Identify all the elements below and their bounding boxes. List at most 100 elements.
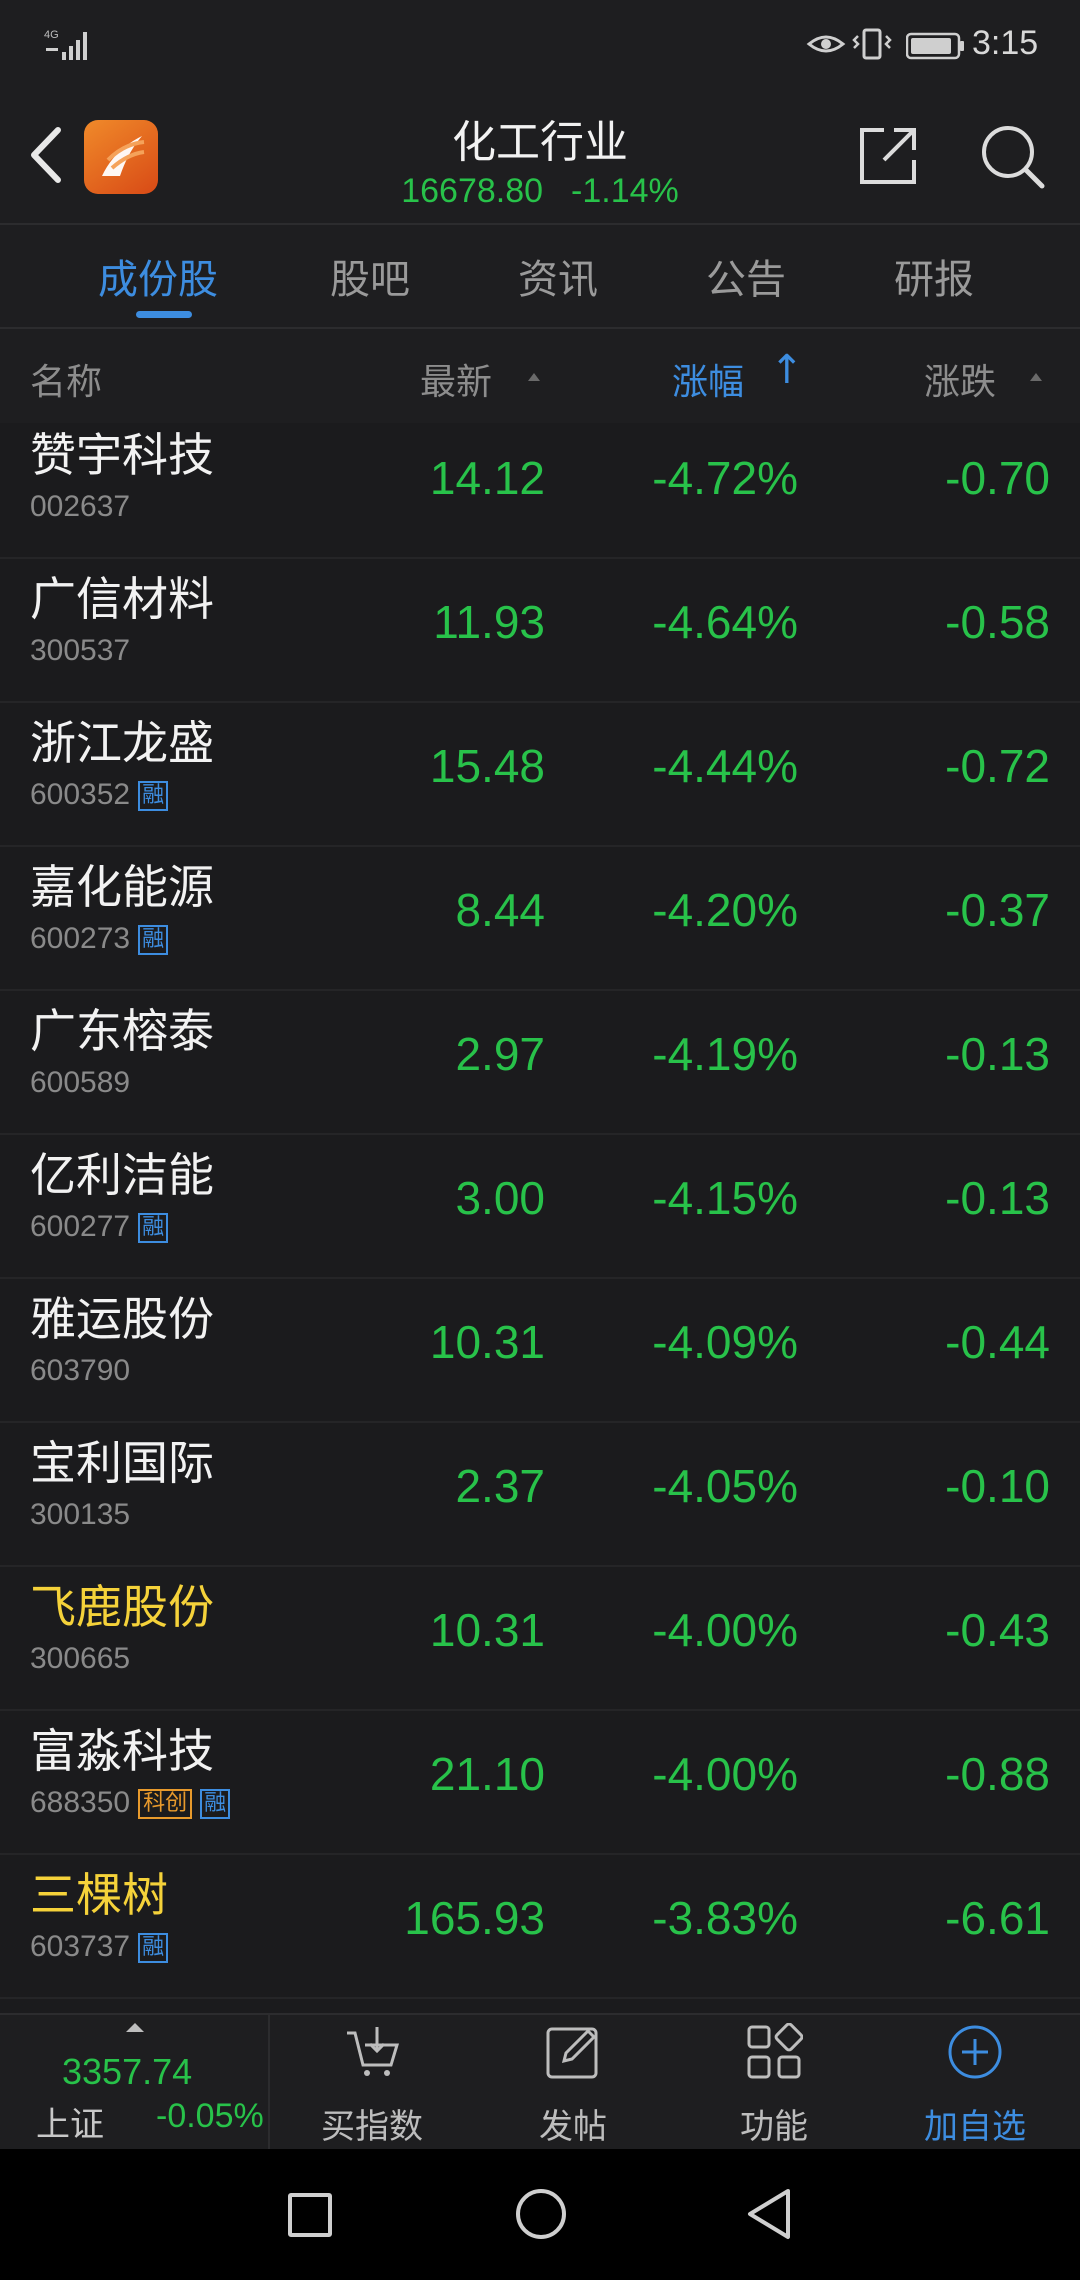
stock-badges: 融 xyxy=(138,781,169,811)
stock-badges: 科创融 xyxy=(138,1789,231,1819)
system-nav-bar xyxy=(0,2149,1080,2280)
stock-badges: 融 xyxy=(138,925,169,955)
stock-code: 600273 xyxy=(30,922,131,955)
bottom-bar: 3357.74 上证 -0.05% 买指数 发帖 功能 加自选 xyxy=(0,2013,1080,2151)
buy-index-button[interactable]: 买指数 xyxy=(272,2015,472,2151)
stock-change: -0.88 xyxy=(945,1748,1050,1800)
stock-code-line: 603737 融 xyxy=(30,1930,169,1964)
stock-name: 广信材料 xyxy=(30,572,214,626)
stock-name: 雅运股份 xyxy=(30,1292,214,1346)
stock-price: 8.44 xyxy=(455,884,545,936)
functions-button[interactable]: 功能 xyxy=(674,2015,874,2151)
stock-name: 宝利国际 xyxy=(30,1436,214,1490)
stock-list: 赞宇科技 002637 14.12 -4.72% -0.70 广信材料 300537 11.9… xyxy=(0,423,1080,2013)
stock-change-pct: -4.00% xyxy=(652,1748,798,1800)
stock-code-line: 688350 科创融 xyxy=(30,1786,231,1820)
tab-announcements[interactable]: 公告 xyxy=(706,247,786,305)
margin-trading-badge: 融 xyxy=(138,925,169,955)
stock-price: 21.10 xyxy=(429,1748,545,1800)
column-change[interactable]: 涨跌 xyxy=(924,353,996,405)
stock-code-line: 603790 xyxy=(30,1354,130,1388)
post-button[interactable]: 发帖 xyxy=(473,2015,673,2151)
stock-row[interactable]: 嘉化能源 600273 融 8.44 -4.20% -0.37 xyxy=(0,847,1080,991)
stock-row[interactable]: 宝利国际 300135 2.37 -4.05% -0.10 xyxy=(0,1423,1080,1567)
stock-row[interactable]: 广东榕泰 600589 2.97 -4.19% -0.13 xyxy=(0,991,1080,1135)
stock-change-pct: -3.83% xyxy=(652,1892,798,1944)
clock: 3:15 xyxy=(972,24,1039,62)
stock-change: -0.43 xyxy=(945,1604,1050,1656)
stock-row[interactable]: 三棵树 603737 融 165.93 -3.83% -6.61 xyxy=(0,1855,1080,1999)
stock-row[interactable]: 富淼科技 688350 科创融 21.10 -4.00% -0.88 xyxy=(0,1711,1080,1855)
stock-row[interactable]: 赞宇科技 002637 14.12 -4.72% -0.70 xyxy=(0,423,1080,559)
stock-change: -0.72 xyxy=(945,740,1050,792)
share-icon[interactable] xyxy=(856,124,920,188)
stock-row[interactable]: 飞鹿股份 300665 10.31 -4.00% -0.43 xyxy=(0,1567,1080,1711)
stock-code-line: 600277 融 xyxy=(30,1210,169,1244)
stock-code: 600352 xyxy=(30,778,131,811)
market-index-change: -0.05% xyxy=(156,2097,264,2135)
column-header: 名称 最新 涨幅 ↑ 涨跌 xyxy=(0,329,1080,423)
stock-name: 亿利洁能 xyxy=(30,1148,214,1202)
stock-row[interactable]: 亿利洁能 600277 融 3.00 -4.15% -0.13 xyxy=(0,1135,1080,1279)
industry-index-change: -1.14% xyxy=(571,172,679,210)
vibrate-icon xyxy=(852,28,892,60)
tab-forum[interactable]: 股吧 xyxy=(330,247,410,305)
column-name: 名称 xyxy=(30,362,103,403)
tab-research[interactable]: 研报 xyxy=(894,247,974,305)
stock-name: 赞宇科技 xyxy=(30,428,214,482)
stock-row[interactable]: 浙江龙盛 600352 融 15.48 -4.44% -0.72 xyxy=(0,703,1080,847)
tab-news[interactable]: 资讯 xyxy=(518,247,598,305)
tab-bar: 成份股 股吧 资讯 公告 研报 xyxy=(0,225,1080,327)
header: 化工行业 16678.80 -1.14% xyxy=(0,90,1080,224)
stock-change: -6.61 xyxy=(945,1892,1050,1944)
stock-code-line: 600589 xyxy=(30,1066,130,1100)
battery-icon xyxy=(906,32,964,60)
sort-triangle-icon xyxy=(528,373,540,381)
stock-price: 10.31 xyxy=(429,1604,545,1656)
stock-name: 富淼科技 xyxy=(30,1724,214,1778)
stock-change: -0.58 xyxy=(945,596,1050,648)
stock-code: 603790 xyxy=(30,1354,131,1387)
column-change-pct[interactable]: 涨幅 xyxy=(672,353,744,405)
home-icon[interactable] xyxy=(516,2189,566,2239)
stock-change-pct: -4.05% xyxy=(652,1460,798,1512)
margin-trading-badge: 融 xyxy=(138,781,169,811)
column-latest[interactable]: 最新 xyxy=(420,353,492,405)
stock-badges: 融 xyxy=(138,1933,169,1963)
post-icon xyxy=(546,2027,598,2079)
stock-row[interactable]: 广信材料 300537 11.93 -4.64% -0.58 xyxy=(0,559,1080,703)
add-watchlist-button[interactable]: 加自选 xyxy=(875,2015,1075,2151)
stock-change-pct: -4.00% xyxy=(652,1604,798,1656)
stock-price: 15.48 xyxy=(429,740,545,792)
system-back-icon[interactable] xyxy=(744,2187,794,2241)
stock-change: -0.37 xyxy=(945,884,1050,936)
stock-change: -0.13 xyxy=(945,1172,1050,1224)
star-market-badge: 科创 xyxy=(138,1789,193,1819)
stock-change: -0.44 xyxy=(945,1316,1050,1368)
stock-price: 11.93 xyxy=(433,596,545,648)
stock-code-line: 300135 xyxy=(30,1498,130,1532)
stock-change-pct: -4.72% xyxy=(652,452,798,504)
market-index-value: 3357.74 xyxy=(62,2051,193,2092)
margin-trading-badge: 融 xyxy=(138,1933,169,1963)
stock-code: 300665 xyxy=(30,1642,131,1675)
grid-icon xyxy=(747,2023,803,2079)
search-icon[interactable] xyxy=(976,120,1048,192)
add-watchlist-label: 加自选 xyxy=(924,2107,1026,2147)
stock-code-line: 002637 xyxy=(30,490,130,524)
stock-price: 10.31 xyxy=(429,1316,545,1368)
stock-change-pct: -4.15% xyxy=(652,1172,798,1224)
recent-apps-icon[interactable] xyxy=(288,2193,332,2237)
market-index-panel[interactable]: 3357.74 上证 -0.05% xyxy=(0,2015,270,2151)
stock-code-line: 600273 融 xyxy=(30,922,169,956)
sort-triangle-icon xyxy=(1030,373,1042,381)
tab-constituents[interactable]: 成份股 xyxy=(98,247,218,305)
stock-price: 14.12 xyxy=(429,452,545,504)
stock-name: 浙江龙盛 xyxy=(30,716,214,770)
margin-trading-badge: 融 xyxy=(200,1789,231,1819)
network-type: 4G xyxy=(44,29,59,41)
stock-change: -0.13 xyxy=(945,1028,1050,1080)
buy-index-label: 买指数 xyxy=(321,2107,423,2147)
functions-label: 功能 xyxy=(740,2107,808,2147)
stock-row[interactable]: 雅运股份 603790 10.31 -4.09% -0.44 xyxy=(0,1279,1080,1423)
